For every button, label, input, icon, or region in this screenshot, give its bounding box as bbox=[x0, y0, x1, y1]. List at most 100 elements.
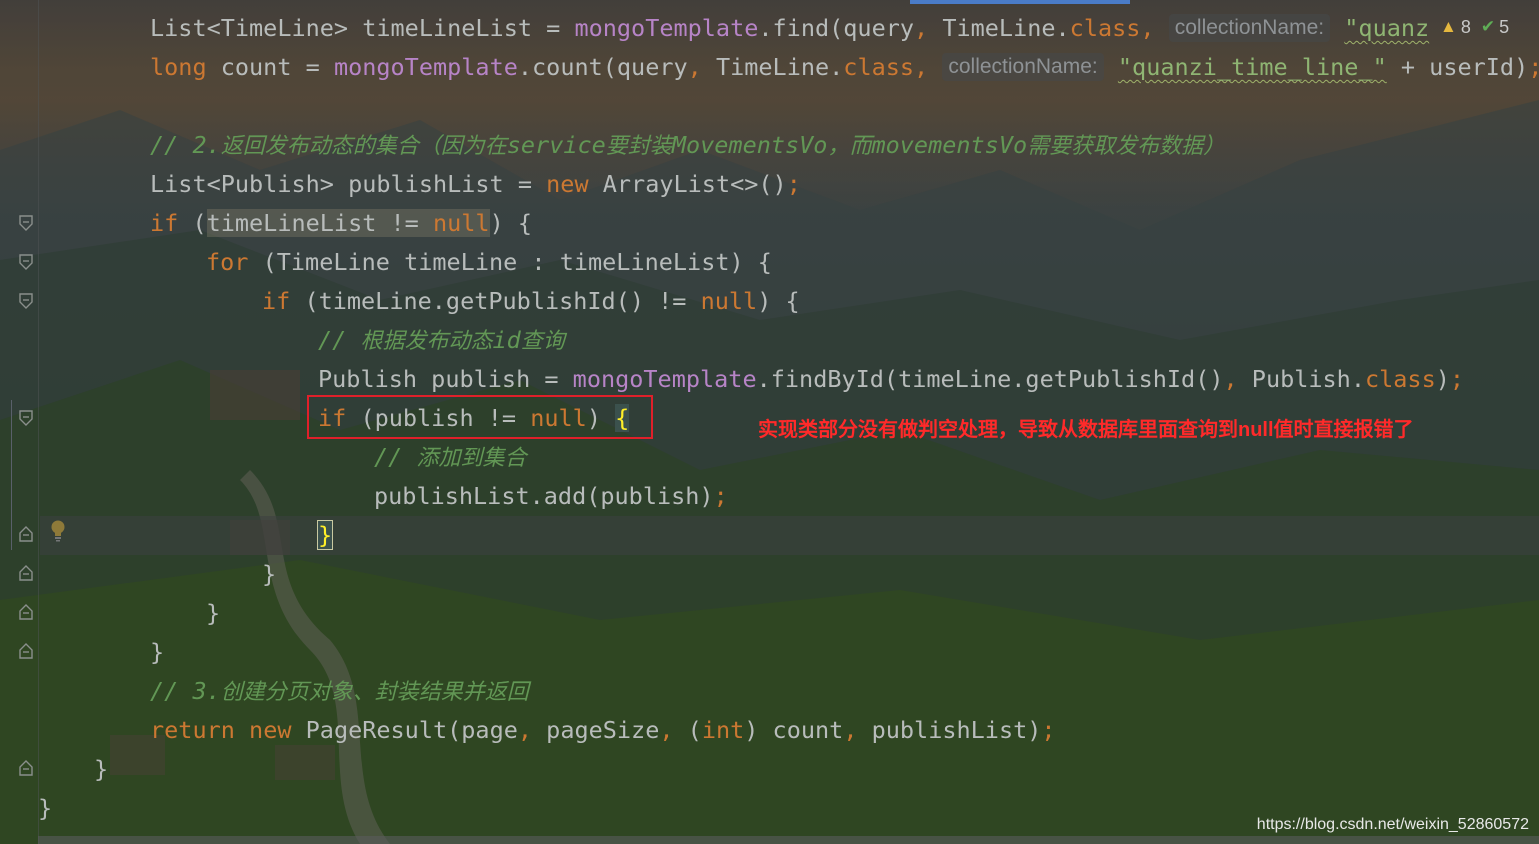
code-text: Publish. bbox=[1251, 365, 1365, 393]
code-punct: , bbox=[843, 716, 872, 744]
code-line-8[interactable]: if (timeLine.getPublishId() != null) { bbox=[262, 282, 800, 321]
code-punct: ; bbox=[786, 170, 801, 198]
code-line-6[interactable]: if (timeLineList != null) { bbox=[150, 204, 532, 243]
double-check-icon: ✔ bbox=[1480, 17, 1496, 36]
keyword: null bbox=[700, 287, 758, 315]
code-text: + userId) bbox=[1386, 53, 1529, 81]
comment-text: ，而 bbox=[827, 134, 872, 159]
comment-text: // bbox=[318, 326, 361, 354]
field-ref: mongoTemplate bbox=[333, 53, 518, 81]
code-punct: , bbox=[659, 716, 688, 744]
code-text: } bbox=[94, 755, 109, 783]
code-text: ) bbox=[1435, 365, 1450, 393]
code-text: PageResult(page bbox=[291, 716, 518, 744]
code-text: } bbox=[262, 560, 277, 588]
code-text: ( bbox=[687, 716, 702, 744]
comment-text: 返回发布动态的集合（因为在 bbox=[220, 134, 507, 159]
code-text: ) { bbox=[489, 209, 533, 237]
code-line-20[interactable]: } bbox=[94, 750, 108, 789]
code-punct: , bbox=[914, 53, 943, 81]
code-text: List<TimeLine> timeLineList = bbox=[150, 14, 575, 42]
keyword: if bbox=[262, 287, 291, 315]
code-punct: ; bbox=[1041, 716, 1056, 744]
code-line-12-comment[interactable]: // 添加到集合 bbox=[374, 438, 526, 477]
code-line-18-comment[interactable]: // 3.创建分页对象、封装结果并返回 bbox=[150, 672, 529, 711]
code-line-7[interactable]: for (TimeLine timeLine : timeLineList) { bbox=[206, 243, 772, 282]
keyword: for bbox=[206, 248, 249, 276]
code-line-13[interactable]: publishList.add(publish); bbox=[374, 477, 728, 516]
code-text: } bbox=[206, 599, 221, 627]
comment-text: 添加到集合 bbox=[416, 446, 527, 471]
error-highlight-box bbox=[307, 395, 653, 439]
code-text: count = bbox=[206, 53, 334, 81]
code-line-1[interactable]: List<TimeLine> timeLineList = mongoTempl… bbox=[150, 9, 1429, 48]
code-text: TimeLine. bbox=[715, 53, 844, 81]
comment-text: 根据发布动态 bbox=[360, 329, 493, 354]
comment-text: service bbox=[506, 131, 606, 159]
code-text: Publish publish = bbox=[318, 365, 573, 393]
keyword: class bbox=[843, 53, 915, 81]
warning-count: 8 bbox=[1460, 16, 1471, 37]
comment-text: movementsVo bbox=[871, 131, 1028, 159]
code-line-10[interactable]: Publish publish = mongoTemplate.findById… bbox=[318, 360, 1464, 399]
code-punct: , bbox=[1223, 365, 1252, 393]
comment-text: // 2. bbox=[150, 131, 221, 159]
code-line-16[interactable]: } bbox=[206, 594, 220, 633]
parameter-hint: collectionName: bbox=[942, 52, 1104, 81]
keyword: class bbox=[1069, 14, 1141, 42]
field-ref: mongoTemplate bbox=[574, 14, 759, 42]
code-text: timeLineList != bbox=[206, 209, 433, 237]
keyword: return bbox=[150, 716, 235, 744]
keyword: null bbox=[432, 209, 490, 237]
keyword: int bbox=[701, 716, 745, 744]
comment-text: 要封装 bbox=[605, 134, 672, 159]
string-literal: "quanzi_time_line_" bbox=[1117, 53, 1387, 81]
matched-brace: } bbox=[316, 520, 334, 550]
field-ref: mongoTemplate bbox=[572, 365, 757, 393]
code-text: ( bbox=[178, 209, 207, 237]
code-text: .count(query bbox=[517, 53, 688, 81]
code-text: pageSize bbox=[546, 716, 660, 744]
code-punct: ; bbox=[713, 482, 728, 510]
code-text: ) count bbox=[744, 716, 844, 744]
inspection-widget[interactable]: ▲ 8 ✔ 5 bbox=[1440, 14, 1509, 40]
string-literal: "quanz bbox=[1344, 14, 1430, 42]
keyword: if bbox=[150, 209, 179, 237]
code-line-2[interactable]: long count = mongoTemplate.count(query, … bbox=[150, 48, 1539, 87]
code-punct: ; bbox=[1449, 365, 1465, 393]
code-line-17[interactable]: } bbox=[150, 633, 164, 672]
watermark: https://blog.csdn.net/weixin_52860572 bbox=[1256, 816, 1529, 833]
code-punct: , bbox=[914, 14, 943, 42]
code-line-15[interactable]: } bbox=[262, 555, 276, 594]
code-punct: ; bbox=[1528, 53, 1539, 81]
code-line-9-comment[interactable]: // 根据发布动态id查询 bbox=[318, 321, 565, 360]
comment-text: 需要获取发布数据） bbox=[1027, 134, 1226, 159]
code-text: ArrayList<>() bbox=[588, 170, 787, 198]
code-editor[interactable]: List<TimeLine> timeLineList = mongoTempl… bbox=[0, 0, 1539, 844]
keyword: new bbox=[546, 170, 589, 198]
keyword: long bbox=[150, 53, 207, 81]
code-line-21[interactable]: } bbox=[38, 789, 52, 828]
code-punct: , bbox=[1140, 14, 1169, 42]
code-line-5[interactable]: List<Publish> publishList = new ArrayLis… bbox=[150, 165, 801, 204]
code-line-14[interactable]: } bbox=[316, 516, 334, 555]
code-text: publishList.add(publish) bbox=[374, 482, 714, 510]
comment-text: MovementsVo bbox=[671, 131, 828, 159]
code-text: List<Publish> publishList = bbox=[150, 170, 547, 198]
code-punct: , bbox=[517, 716, 547, 744]
comment-text: 创建分页对象、封装结果并返回 bbox=[220, 680, 529, 705]
comment-text: // bbox=[374, 443, 417, 471]
code-text: } bbox=[150, 638, 165, 666]
horizontal-scrollbar[interactable] bbox=[38, 836, 1539, 844]
current-line-highlight bbox=[40, 516, 1539, 555]
code-line-4-comment[interactable]: // 2.返回发布动态的集合（因为在service要封装MovementsVo，… bbox=[150, 126, 1225, 165]
comment-text: 查询 bbox=[520, 329, 565, 354]
ok-count: 5 bbox=[1499, 16, 1510, 37]
error-annotation: 实现类部分没有做判空处理，导致从数据库里面查询到null值时直接报错了 bbox=[758, 419, 1414, 441]
code-line-19[interactable]: return new PageResult(page, pageSize, (i… bbox=[150, 711, 1056, 750]
code-text: (timeLine.getPublishId() != bbox=[290, 287, 701, 315]
code-text: .findById(timeLine.getPublishId() bbox=[756, 365, 1224, 393]
code-text: .find(query bbox=[758, 14, 915, 42]
code-text: publishList) bbox=[871, 716, 1042, 744]
comment-text: id bbox=[492, 326, 521, 354]
